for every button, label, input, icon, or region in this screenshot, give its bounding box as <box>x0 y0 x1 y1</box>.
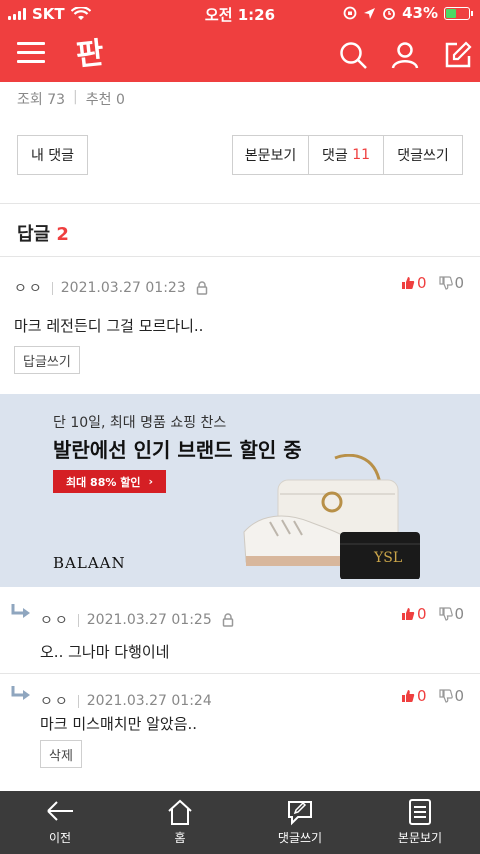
divider <box>0 256 480 257</box>
comments-count: 11 <box>352 147 371 163</box>
ad-cta-label: 최대 88% 할인 <box>65 475 141 489</box>
dislike-count: 0 <box>454 274 465 292</box>
comment-author: ㅇㅇ <box>14 281 44 297</box>
comment-toolbar: 내 댓글 본문보기 댓글 11 댓글쓰기 <box>0 135 480 179</box>
comment-text: 오.. 그나마 다행이네 <box>40 643 170 661</box>
comment-date: 2021.03.27 01:25 <box>86 612 212 628</box>
comment-author: ㅇㅇ <box>40 613 70 629</box>
search-icon[interactable] <box>338 40 368 70</box>
location-icon <box>364 7 376 19</box>
reply-arrow-icon <box>11 686 30 700</box>
battery-icon <box>444 6 473 20</box>
like-button[interactable]: 0 <box>401 605 427 623</box>
my-comments-button[interactable]: 내 댓글 <box>17 135 88 175</box>
comment-text: 마크 레전든디 그걸 모르다니.. <box>14 317 204 335</box>
lock-icon[interactable] <box>222 613 234 627</box>
thumbs-up-icon <box>402 277 415 289</box>
ad-product-image: YSL <box>243 454 420 579</box>
dislike-button[interactable]: 0 <box>438 687 465 705</box>
tab-label: 본문보기 <box>397 831 443 845</box>
replies-title: 답글 <box>17 224 51 245</box>
view-post-button[interactable]: 본문보기 <box>232 135 309 175</box>
app-bar: 판 <box>0 28 480 82</box>
comment-write-icon <box>288 801 312 826</box>
ad-subtitle: 단 10일, 최대 명품 쇼핑 찬스 <box>53 415 227 431</box>
recommend-count: 0 <box>115 92 125 108</box>
thumbs-down-icon <box>438 607 453 621</box>
lock-icon[interactable] <box>196 281 208 295</box>
like-count: 0 <box>417 274 427 292</box>
tab-write-comment[interactable]: 댓글쓰기 <box>240 791 360 854</box>
post-stats: 조회 73 | 추천 0 <box>17 89 125 108</box>
thumbs-down-icon <box>438 689 453 703</box>
delete-button[interactable]: 삭제 <box>40 740 82 768</box>
app-logo[interactable]: 판 <box>68 34 112 76</box>
replies-heading: 답글 2 <box>17 220 69 246</box>
tab-label: 홈 <box>174 831 186 845</box>
divider <box>0 673 480 674</box>
write-comment-button[interactable]: 댓글쓰기 <box>383 135 463 175</box>
svg-text:YSL: YSL <box>373 550 402 566</box>
tab-label: 댓글쓰기 <box>277 831 323 845</box>
thumbs-down-icon <box>438 276 453 290</box>
home-icon <box>168 799 192 825</box>
comments-button[interactable]: 댓글 11 <box>308 135 384 175</box>
tab-back[interactable]: 이전 <box>0 791 120 854</box>
reply-arrow-icon <box>11 604 30 618</box>
menu-icon[interactable] <box>17 42 45 66</box>
write-icon[interactable] <box>443 40 473 70</box>
tab-home[interactable]: 홈 <box>120 791 240 854</box>
thumbs-up-icon <box>402 608 415 620</box>
ad-brand: BALAAN <box>53 554 126 572</box>
divider <box>0 203 480 204</box>
recommend-label: 추천 <box>85 92 112 108</box>
comment-date: 2021.03.27 01:23 <box>60 280 186 296</box>
dislike-count: 0 <box>454 687 465 705</box>
comment-date: 2021.03.27 01:24 <box>86 693 212 709</box>
user-icon[interactable] <box>390 40 420 70</box>
document-icon <box>409 799 431 825</box>
dislike-count: 0 <box>454 605 465 623</box>
comment-author: ㅇㅇ <box>40 694 70 710</box>
views-count: 73 <box>47 92 66 108</box>
battery-percent: 43% <box>402 4 438 22</box>
alarm-icon <box>383 8 395 20</box>
replies-count: 2 <box>56 224 69 245</box>
back-arrow-icon <box>47 801 73 821</box>
dislike-button[interactable]: 0 <box>438 605 465 623</box>
like-button[interactable]: 0 <box>401 687 427 705</box>
comment-text: 마크 미스매치만 알았음.. <box>40 715 198 733</box>
header: SKT 오전 1:26 43% 판 <box>0 0 480 82</box>
like-button[interactable]: 0 <box>401 274 427 292</box>
dislike-button[interactable]: 0 <box>438 274 465 292</box>
page: SKT 오전 1:26 43% 판 조회 73 | 추천 0 내 댓글 본문보기… <box>0 0 480 854</box>
comments-label: 댓글 <box>321 148 348 164</box>
status-bar: SKT 오전 1:26 43% <box>0 0 480 28</box>
tab-view-post[interactable]: 본문보기 <box>360 791 480 854</box>
like-count: 0 <box>417 687 427 705</box>
like-count: 0 <box>417 605 427 623</box>
bottom-tab-bar: 이전 홈 댓글쓰기 본문보기 <box>0 791 480 854</box>
tab-label: 이전 <box>48 831 72 845</box>
thumbs-up-icon <box>402 690 415 702</box>
chevron-right-icon: › <box>148 475 153 488</box>
views-label: 조회 <box>17 92 43 108</box>
write-reply-button[interactable]: 답글쓰기 <box>14 346 80 374</box>
ad-banner[interactable]: 단 10일, 최대 명품 쇼핑 찬스 발란에선 인기 브랜드 할인 중 최대 8… <box>0 394 480 587</box>
rotation-lock-icon <box>343 6 357 20</box>
ad-cta-button[interactable]: 최대 88% 할인 › <box>53 470 166 493</box>
